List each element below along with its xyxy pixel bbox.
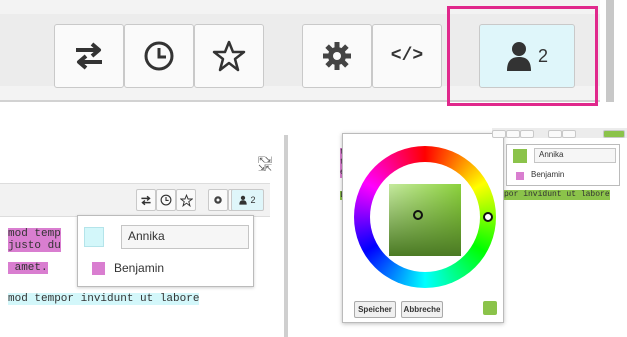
users-count-small: 2 bbox=[250, 195, 256, 205]
text-line-highlighted: mod tempor invidunt ut labore bbox=[8, 293, 200, 305]
user-name-input[interactable]: Annika bbox=[121, 225, 249, 249]
user-color-swatch[interactable] bbox=[84, 227, 104, 247]
star-icon bbox=[212, 40, 246, 72]
user-color-swatch bbox=[516, 172, 524, 180]
panel-divider bbox=[284, 135, 288, 337]
users-button-highlight bbox=[447, 6, 598, 106]
toolbar-button[interactable] bbox=[506, 130, 520, 138]
users-button-small[interactable]: 2 bbox=[231, 189, 264, 211]
favorite-button-small[interactable] bbox=[176, 189, 196, 211]
selected-color-swatch bbox=[483, 301, 497, 315]
toolbar-button[interactable] bbox=[562, 130, 576, 138]
text-line-highlighted: por invidunt ut labore bbox=[504, 190, 610, 200]
settings-button[interactable] bbox=[302, 24, 372, 88]
history-button-small[interactable] bbox=[156, 189, 176, 211]
clock-icon bbox=[160, 194, 172, 206]
swap-button-small[interactable] bbox=[136, 189, 156, 211]
user-name: Benjamin bbox=[114, 261, 165, 275]
toolbar-button[interactable] bbox=[492, 130, 506, 138]
swap-icon bbox=[141, 195, 151, 205]
hue-selector[interactable] bbox=[483, 212, 493, 222]
code-icon: </> bbox=[390, 46, 424, 66]
text-line: amet. bbox=[8, 262, 48, 274]
settings-button-small[interactable] bbox=[208, 189, 228, 211]
code-button[interactable]: </> bbox=[372, 24, 442, 88]
swap-button[interactable] bbox=[54, 24, 124, 88]
text-line: justo du bbox=[8, 240, 61, 252]
history-button[interactable] bbox=[124, 24, 194, 88]
star-icon bbox=[179, 193, 193, 207]
user-icon bbox=[239, 195, 248, 205]
user-color-swatch[interactable] bbox=[513, 149, 527, 163]
save-button[interactable]: Speicher bbox=[354, 301, 396, 318]
saturation-value-square[interactable] bbox=[389, 184, 461, 256]
user-name-input[interactable]: Annika bbox=[534, 148, 616, 163]
users-popup-small: Annika Benjamin bbox=[506, 144, 620, 186]
clock-icon bbox=[144, 41, 174, 71]
scrollbar[interactable] bbox=[606, 0, 614, 102]
expand-icon[interactable]: ⇱⇲ ⇲⇱ bbox=[258, 156, 272, 173]
gear-icon bbox=[323, 42, 351, 70]
gear-icon bbox=[214, 196, 222, 204]
text-line: mod temp bbox=[8, 228, 61, 240]
toolbar-button[interactable] bbox=[520, 130, 534, 138]
cancel-button[interactable]: Abbreche bbox=[401, 301, 443, 318]
sv-selector[interactable] bbox=[413, 210, 423, 220]
user-color-swatch bbox=[92, 262, 105, 275]
toolbar-button[interactable] bbox=[548, 130, 562, 138]
favorite-button[interactable] bbox=[194, 24, 264, 88]
users-button-small[interactable] bbox=[603, 130, 625, 138]
user-name: Benjamin bbox=[531, 170, 565, 179]
swap-icon bbox=[76, 42, 102, 70]
users-popup: Annika Benjamin bbox=[77, 215, 254, 287]
